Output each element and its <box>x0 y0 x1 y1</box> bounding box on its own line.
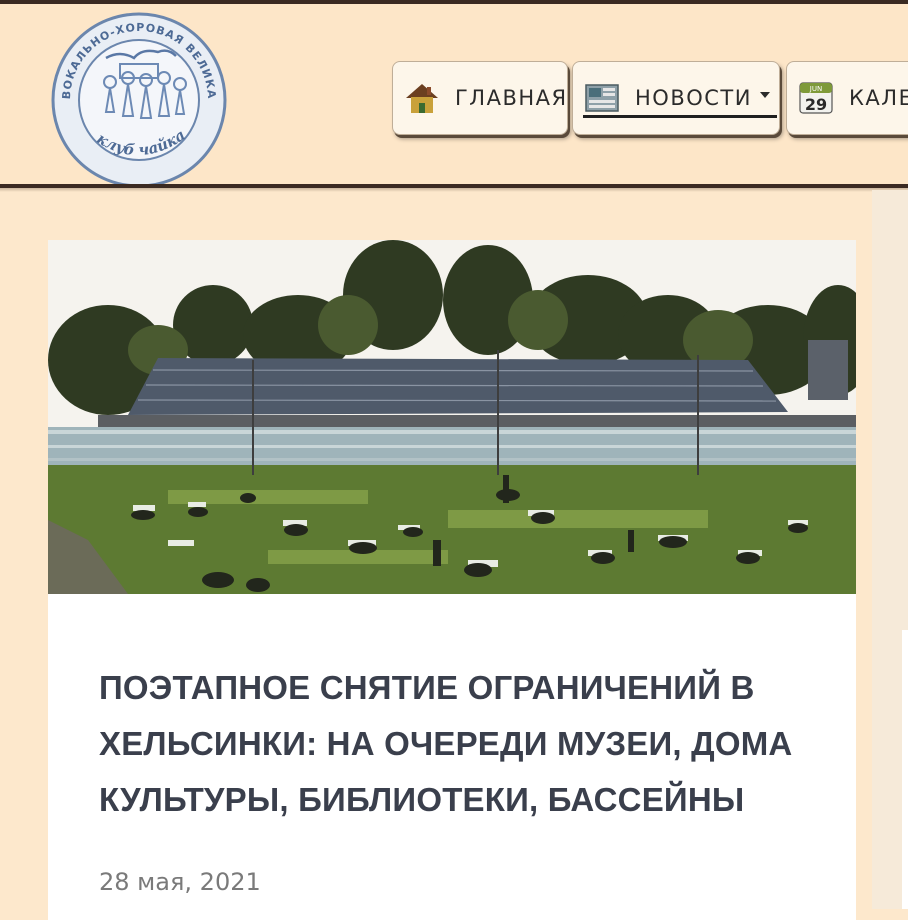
stadium-pool-photo <box>48 240 856 594</box>
header-shadow <box>0 188 908 192</box>
nav-label-calendar: КАЛЕ <box>849 86 908 110</box>
calendar-month-text: JUN <box>809 85 822 93</box>
nav-label-home: ГЛАВНАЯ <box>455 86 568 110</box>
news-card: ПОЭТАПНОЕ СНЯТИЕ ОГРАНИЧЕНИЙ В ХЕЛЬСИНКИ… <box>48 240 856 920</box>
newspaper-icon <box>585 84 619 112</box>
sidebar-strip <box>902 630 908 909</box>
calendar-icon: JUN 29 <box>799 82 833 114</box>
logo-emblem-icon: ВОКАЛЬНО-ХОРОВАЯ ВЕЛИКА клуб чайка <box>51 12 227 188</box>
article-image[interactable] <box>48 240 856 594</box>
nav-label-news: НОВОСТИ <box>635 86 752 110</box>
article-date: 28 мая, 2021 <box>99 868 261 896</box>
house-icon <box>406 84 438 113</box>
site-logo[interactable]: ВОКАЛЬНО-ХОРОВАЯ ВЕЛИКА клуб чайка <box>48 12 230 188</box>
site-header: ВОКАЛЬНО-ХОРОВАЯ ВЕЛИКА клуб чайка ГЛАВН… <box>0 4 908 188</box>
chevron-down-icon[interactable] <box>759 92 770 98</box>
nav-item-news[interactable]: НОВОСТИ <box>572 61 780 135</box>
article-title[interactable]: ПОЭТАПНОЕ СНЯТИЕ ОГРАНИЧЕНИЙ В ХЕЛЬСИНКИ… <box>99 660 819 828</box>
calendar-day-text: 29 <box>805 95 827 114</box>
active-tab-underline <box>583 115 777 118</box>
nav-item-calendar[interactable]: JUN 29 КАЛЕ <box>786 61 908 135</box>
main-nav: ГЛАВНАЯ НОВОСТИ JUN 29 КАЛЕ <box>392 61 908 135</box>
nav-item-home[interactable]: ГЛАВНАЯ <box>392 61 568 135</box>
